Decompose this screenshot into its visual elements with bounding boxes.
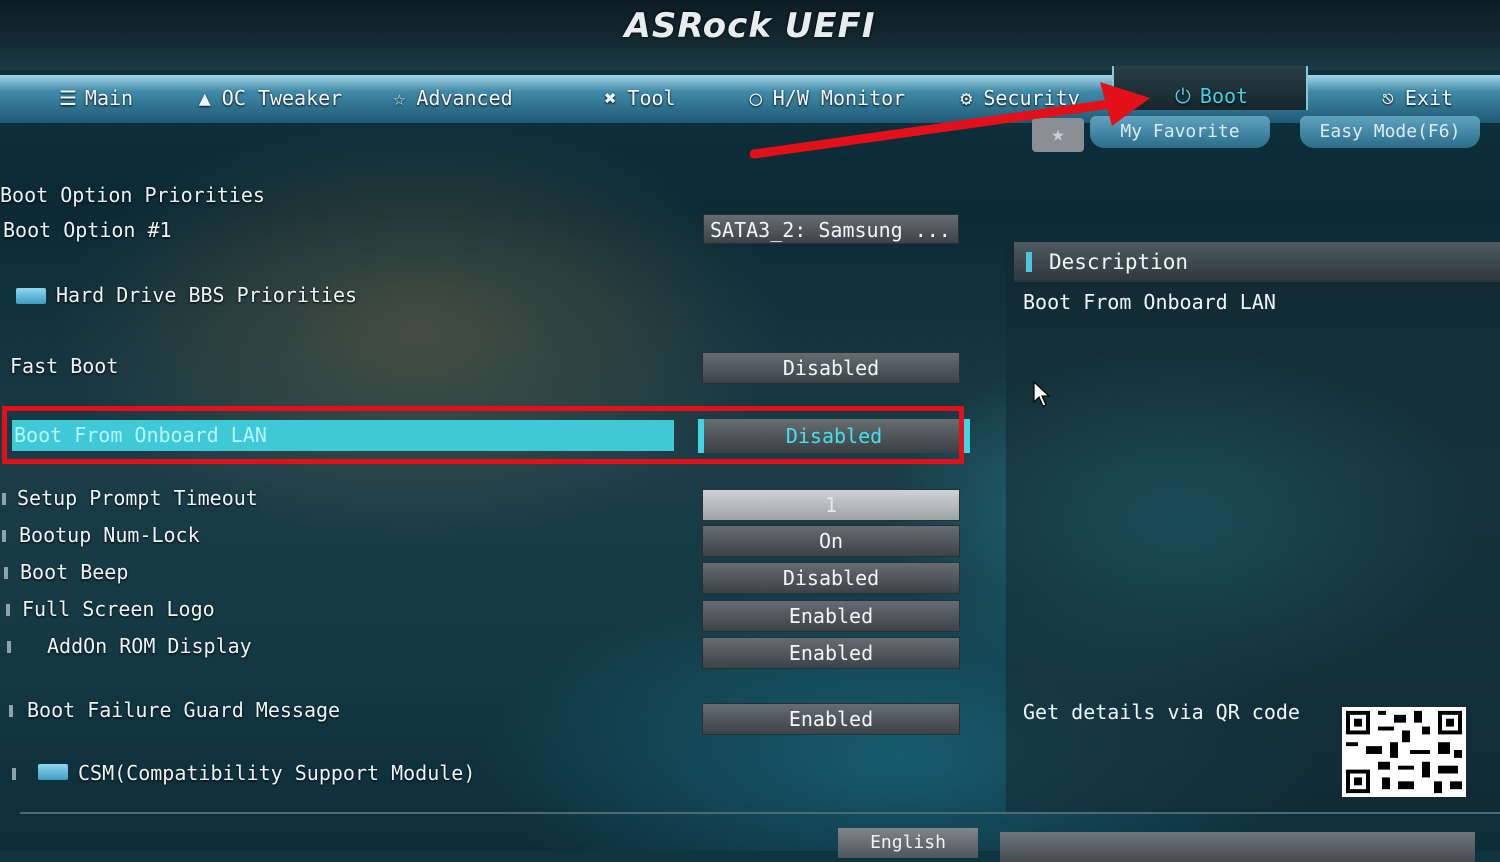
- tab-oc-tweaker-label: OC Tweaker: [221, 86, 343, 110]
- full-screen-logo-label[interactable]: Full Screen Logo: [22, 597, 215, 621]
- folder-icon: [16, 288, 46, 304]
- folder-icon: [38, 764, 68, 780]
- boot-beep-value[interactable]: Disabled: [702, 562, 960, 594]
- bootup-num-lock-value[interactable]: On: [702, 525, 960, 557]
- tools-icon: ✖: [604, 86, 617, 110]
- annotation-red-box: [2, 406, 964, 464]
- addon-rom-display-label[interactable]: AddOn ROM Display: [47, 634, 252, 658]
- tab-oc-tweaker[interactable]: ▲ OC Tweaker: [188, 80, 348, 116]
- list-icon: ☰: [58, 86, 77, 110]
- language-button[interactable]: English: [838, 828, 978, 858]
- fast-boot-label[interactable]: Fast Boot: [10, 354, 118, 378]
- bullet-icon: [6, 604, 10, 616]
- addon-rom-display-value[interactable]: Enabled: [702, 637, 960, 669]
- easy-mode-button[interactable]: Easy Mode(F6): [1300, 116, 1480, 148]
- exit-door-icon: ⎋: [1381, 86, 1394, 110]
- boot-failure-guard-value[interactable]: Enabled: [702, 703, 960, 735]
- date-time-display: [1000, 832, 1475, 862]
- section-title: Boot Option Priorities: [0, 183, 265, 207]
- tab-advanced-label: Advanced: [416, 86, 513, 110]
- fast-boot-value[interactable]: Disabled: [702, 352, 960, 384]
- annotation-arrow: [750, 82, 1150, 159]
- tab-tool-label: Tool: [627, 86, 676, 110]
- description-text: Boot From Onboard LAN: [1023, 290, 1276, 314]
- bootup-num-lock-label[interactable]: Bootup Num-Lock: [19, 523, 200, 547]
- tab-tool[interactable]: ✖ Tool: [590, 80, 685, 116]
- bottom-divider: [20, 812, 1500, 814]
- tab-main-label: Main: [84, 86, 134, 110]
- bullet-icon: [4, 567, 8, 579]
- bullet-icon: [2, 493, 6, 505]
- boot-failure-guard-label[interactable]: Boot Failure Guard Message: [27, 698, 340, 722]
- qr-code-label: Get details via QR code: [1023, 700, 1300, 724]
- bullet-icon: [7, 641, 11, 653]
- qr-code-icon: [1342, 707, 1466, 797]
- tab-advanced[interactable]: ☆ Advanced: [378, 80, 523, 116]
- boot-option-1-value[interactable]: SATA3_2: Samsung ...: [703, 214, 959, 244]
- tab-boot-label: Boot: [1199, 84, 1249, 108]
- hdd-bbs-priorities-item[interactable]: Hard Drive BBS Priorities: [56, 283, 357, 307]
- boot-option-1-label[interactable]: Boot Option #1: [3, 218, 172, 242]
- setup-prompt-timeout-label[interactable]: Setup Prompt Timeout: [17, 486, 258, 510]
- rocket-icon: ▲: [198, 86, 211, 110]
- asrock-uefi-logo: ASRock UEFI: [624, 6, 876, 46]
- setup-prompt-timeout-input[interactable]: 1: [702, 489, 960, 521]
- description-marker-icon: [1026, 252, 1032, 272]
- tab-exit-label: Exit: [1404, 86, 1454, 110]
- description-title: Description: [1049, 250, 1189, 274]
- tab-main[interactable]: ☰ Main: [40, 80, 150, 116]
- bullet-icon: [9, 705, 13, 717]
- mouse-cursor-icon: [1033, 380, 1051, 407]
- full-screen-logo-value[interactable]: Enabled: [702, 600, 960, 632]
- bullet-icon: [2, 530, 6, 542]
- csm-item[interactable]: CSM(Compatibility Support Module): [78, 761, 475, 785]
- tab-exit[interactable]: ⎋ Exit: [1360, 80, 1470, 116]
- bullet-icon: [12, 768, 16, 780]
- star-icon: ☆: [393, 86, 406, 110]
- boot-beep-label[interactable]: Boot Beep: [20, 560, 128, 584]
